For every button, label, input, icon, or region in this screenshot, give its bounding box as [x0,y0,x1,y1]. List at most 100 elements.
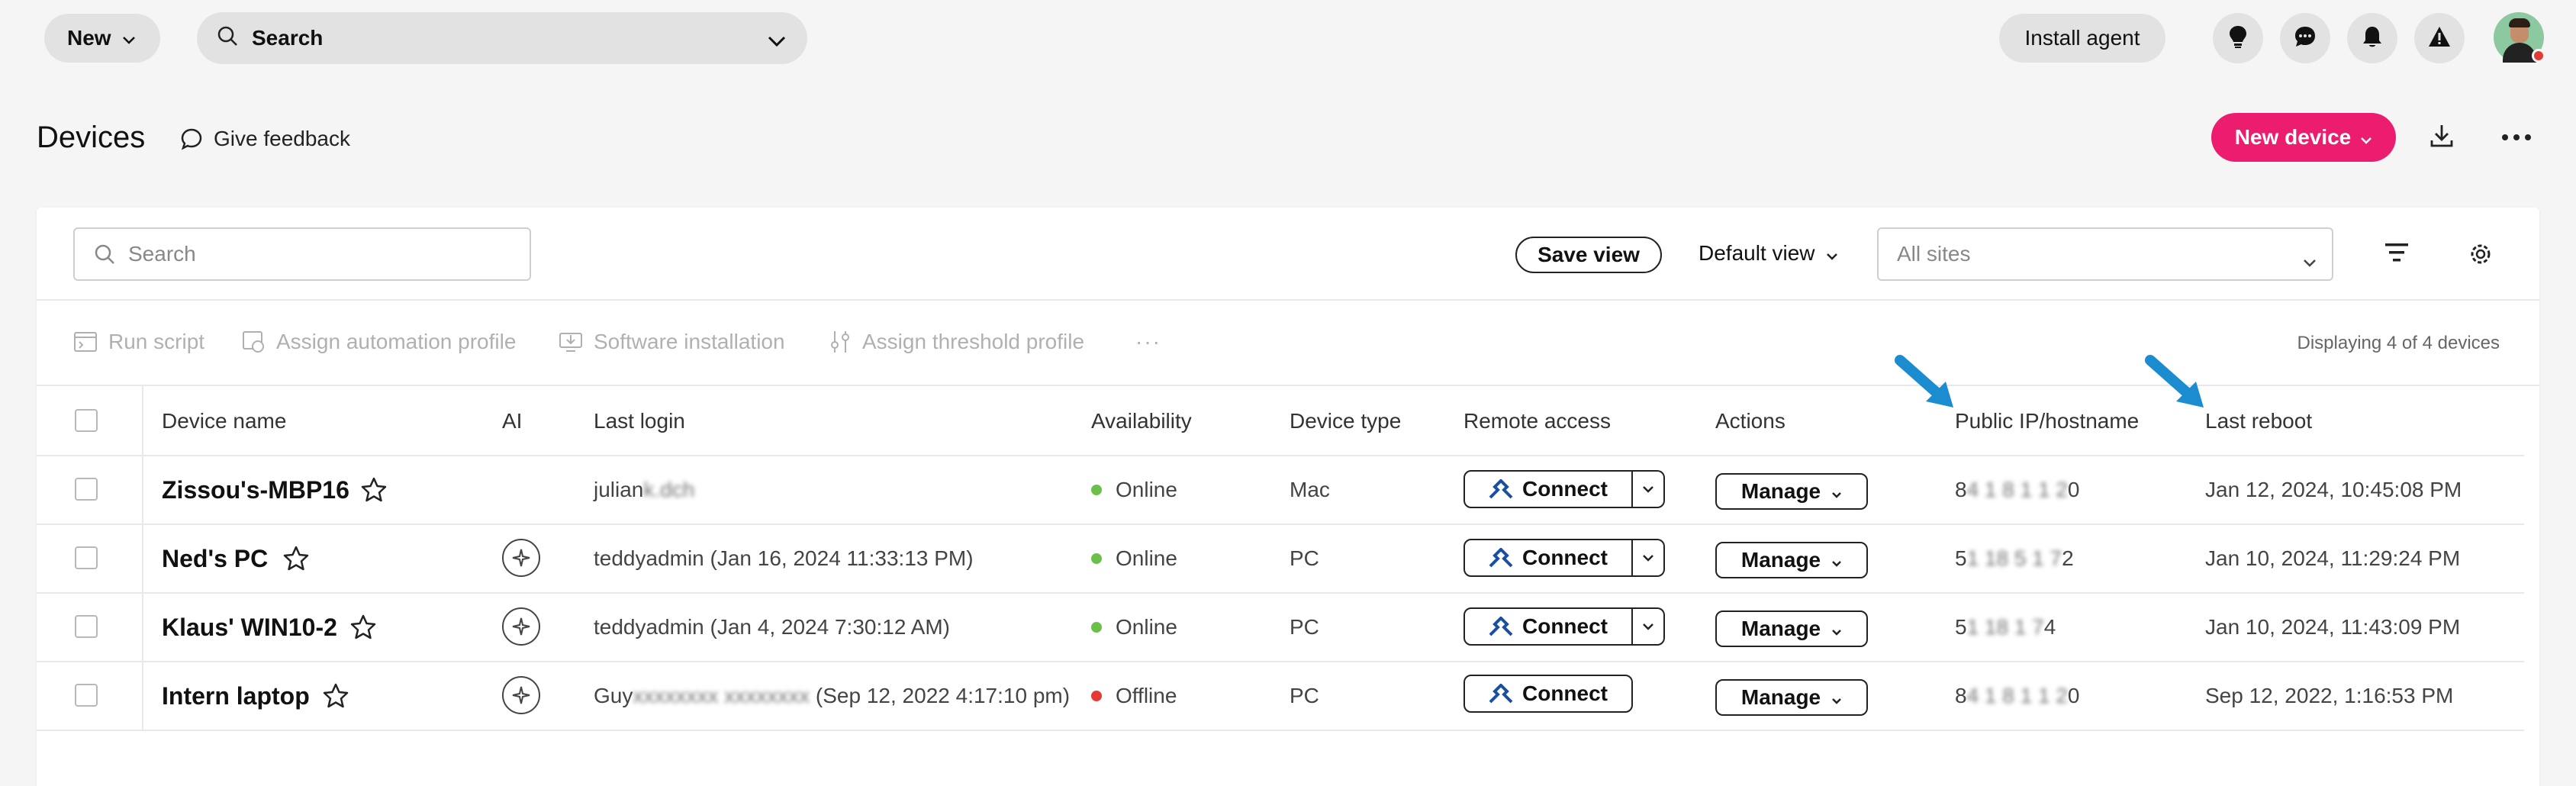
last-reboot: Sep 12, 2022, 1:16:53 PM [2205,684,2454,707]
connect-options-button[interactable] [1633,607,1665,646]
row-divider [37,730,2524,731]
warning-icon [2427,25,2452,52]
new-button[interactable]: New [44,14,160,63]
manage-button[interactable]: Manage [1715,473,1868,510]
sites-select[interactable]: All sites [1877,227,2333,281]
new-device-label: New device [2234,125,2352,149]
device-type: PC [1290,684,1319,707]
availability-status: Online [1091,615,1177,639]
chevron-down-icon[interactable] [768,29,786,53]
more-options-icon[interactable] [2501,131,2532,145]
star-icon[interactable] [349,614,377,641]
threshold-icon [831,331,849,353]
devices-card [37,208,2539,786]
connect-options-button[interactable] [1633,470,1665,508]
connect-button[interactable]: Connect [1463,539,1633,577]
col-last-reboot[interactable]: Last reboot [2205,409,2312,433]
assign-automation-profile-button[interactable]: Assign automation profile [241,330,516,354]
automation-icon [243,331,264,353]
star-icon[interactable] [282,545,310,572]
connect-split-button: Connect [1463,607,1665,646]
ai-sparkle-icon[interactable] [502,676,540,714]
ai-sparkle-icon[interactable] [502,539,540,577]
row-checkbox[interactable] [75,478,98,501]
lightbulb-icon [2228,24,2248,53]
col-availability[interactable]: Availability [1091,409,1192,433]
connect-options-button[interactable] [1633,539,1665,577]
script-icon [74,332,97,352]
online-dot-icon [1091,484,1102,495]
chevron-down-icon [1826,241,1838,266]
default-view-dropdown[interactable]: Default view [1699,241,1838,266]
offline-dot-icon [1091,690,1102,701]
user-avatar[interactable] [2494,12,2545,63]
lightbulb-button[interactable] [2213,13,2263,63]
feedback-label: Give feedback [214,127,350,150]
device-name-link[interactable]: Zissou's-MBP16 [162,476,349,504]
device-search-input[interactable]: Search [73,227,531,281]
manage-button[interactable]: Manage [1715,542,1868,578]
column-divider [142,386,143,731]
alerts-button[interactable] [2414,13,2465,63]
connect-button[interactable]: Connect [1463,675,1633,713]
install-agent-button[interactable]: Install agent [1999,14,2165,63]
ai-sparkle-icon[interactable] [502,607,540,646]
connect-button[interactable]: Connect [1463,607,1633,646]
row-checkbox[interactable] [75,546,98,569]
col-public-ip[interactable]: Public IP/hostname [1955,409,2139,433]
device-search-placeholder: Search [128,242,196,266]
col-remote-access[interactable]: Remote access [1463,409,1611,433]
connect-button[interactable]: Connect [1463,470,1633,508]
star-icon[interactable] [360,476,388,504]
col-device-name[interactable]: Device name [162,409,286,433]
col-last-login[interactable]: Last login [594,409,685,433]
row-checkbox[interactable] [75,684,98,707]
last-login: teddyadmin (Jan 4, 2024 7:30:12 AM) [594,615,950,639]
connect-split-button: Connect [1463,675,1633,713]
manage-button[interactable]: Manage [1715,679,1868,716]
bell-icon [2362,24,2383,53]
annotation-arrow-icon [1895,355,1953,407]
device-name-link[interactable]: Klaus' WIN10-2 [162,614,337,642]
chat-button[interactable] [2280,13,2330,63]
device-name-link[interactable]: Intern laptop [162,682,310,710]
public-ip: 84 1 8 1 1 20 [1955,684,2080,707]
remote-connect-icon [1489,684,1513,704]
public-ip: 51 18 5 1 72 [1955,546,2074,570]
more-actions-button[interactable]: ··· [1135,330,1161,354]
new-device-button[interactable]: New device [2211,113,2396,162]
global-search-label: Search [252,26,324,50]
assign-threshold-label: Assign threshold profile [862,330,1085,353]
connect-split-button: Connect [1463,470,1665,508]
gear-icon[interactable] [2468,241,2494,271]
star-icon[interactable] [322,682,349,710]
give-feedback-link[interactable]: Give feedback [180,127,350,151]
software-installation-button[interactable]: Software installation [559,330,785,354]
col-actions[interactable]: Actions [1715,409,1785,433]
filter-icon[interactable] [2384,241,2410,268]
col-ai[interactable]: AI [502,409,522,433]
manage-button[interactable]: Manage [1715,610,1868,647]
select-all-checkbox[interactable] [75,409,98,432]
notifications-button[interactable] [2347,13,2397,63]
device-name-link[interactable]: Ned's PC [162,545,268,573]
row-divider [37,523,2524,525]
status-dot [2532,49,2545,63]
last-login: juliank.dch [594,478,695,501]
availability-status: Online [1091,546,1177,571]
last-reboot: Jan 10, 2024, 11:43:09 PM [2205,615,2461,639]
new-button-label: New [67,26,111,50]
public-ip: 51 18 1 74 [1955,615,2056,639]
row-checkbox[interactable] [75,615,98,638]
row-divider [37,592,2524,594]
save-view-button[interactable]: Save view [1515,237,1662,273]
search-icon [95,244,114,264]
chevron-down-icon [1831,479,1842,504]
run-script-button[interactable]: Run script [73,330,204,354]
assign-threshold-profile-button[interactable]: Assign threshold profile [829,330,1084,354]
download-icon[interactable] [2428,122,2455,153]
search-icon [217,25,238,52]
last-login: teddyadmin (Jan 16, 2024 11:33:13 PM) [594,546,974,570]
col-device-type[interactable]: Device type [1290,409,1401,433]
global-search[interactable]: Search [197,12,807,64]
